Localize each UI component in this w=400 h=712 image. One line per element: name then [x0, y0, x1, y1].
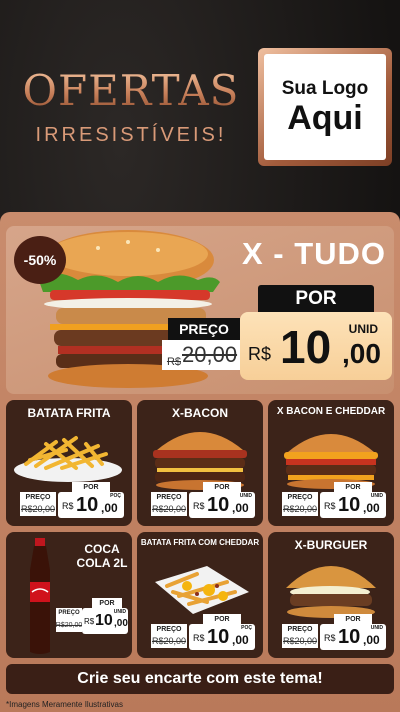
disclaimer-text: *Imagens Meramente Ilustrativas [6, 700, 123, 709]
preco-label: PREÇO [282, 624, 318, 634]
burger-image [153, 432, 247, 490]
price-int: 10 [95, 612, 113, 629]
flyer-subtitle: IRRESISTÍVEIS! [35, 124, 227, 146]
price-dec: ,00 [101, 501, 118, 515]
product-name: BATATA FRITA COM CHEDDAR [140, 538, 260, 547]
price-box: R$ 10 ,00 POÇ [58, 492, 124, 518]
flyer-page: OFERTAS IRRESISTÍVEIS! Sua Logo Aqui -50… [0, 0, 400, 712]
por-label: POR [92, 598, 122, 608]
product-card-coca-cola[interactable]: COCA COLA 2L PREÇO R$20,00 POR R$ 10 ,00… [6, 532, 132, 658]
old-price: R$20,00 [282, 502, 318, 516]
product-name: BATATA FRITA [27, 406, 111, 420]
featured-unit: UNID [348, 322, 378, 336]
product-name: X BACON E CHEDDAR [276, 406, 386, 417]
price-currency: R$ [84, 617, 95, 626]
price-unit: UNID [370, 493, 383, 499]
featured-product-name: X - TUDO [241, 236, 387, 271]
product-card-x-burguer[interactable]: X-BURGUER PREÇO R$20,00 POR R$ 10 ,00 UN… [268, 532, 394, 658]
product-price-block: PREÇO R$20,00 POR R$ 10 ,00 POÇ [20, 482, 124, 520]
product-price-block: PREÇO R$20,00 POR R$ 10 ,00 UNID [282, 482, 386, 520]
price-unit: UNID [239, 493, 252, 499]
price-unit: POÇ [110, 493, 121, 499]
price-currency: R$ [193, 501, 205, 511]
preco-label: PREÇO [56, 608, 82, 618]
featured-preco-label: PREÇO [168, 318, 240, 340]
por-label: POR [334, 482, 372, 492]
por-label: POR [203, 482, 241, 492]
product-price-block: PREÇO R$20,00 POR R$ 10 ,00 UNID [151, 482, 255, 520]
old-price: R$20,00 [151, 502, 187, 516]
soda-bottle-image [30, 538, 50, 654]
price-dec: ,00 [232, 633, 249, 647]
preco-label: PREÇO [151, 492, 187, 502]
price-unit: UNID [113, 609, 126, 615]
price-currency: R$ [324, 501, 336, 511]
price-int: 10 [207, 494, 230, 516]
old-price: R$20,00 [282, 634, 318, 648]
product-name: X-BURGUER [294, 538, 368, 552]
product-price-block: PREÇO R$20,00 POR R$ 10 ,00 UNID [56, 598, 128, 636]
fries-image [14, 436, 122, 482]
preco-label: PREÇO [20, 492, 56, 502]
product-price-block: PREÇO R$20,00 POR R$ 10 ,00 POÇ [151, 614, 255, 652]
price-box: R$ 10 ,00 UNID [82, 608, 128, 634]
old-price: R$20,00 [20, 502, 56, 516]
price-currency: R$ [193, 633, 205, 643]
price-box: R$ 10 ,00 UNID [320, 624, 386, 650]
preco-label: PREÇO [151, 624, 187, 634]
price-int: 10 [76, 494, 99, 516]
featured-old-price: R$ 20,00 [162, 340, 242, 370]
price-dec: ,00 [114, 618, 128, 629]
logo-placeholder[interactable]: Sua Logo Aqui [258, 48, 392, 166]
price-box: R$ 10 ,00 POÇ [189, 624, 255, 650]
featured-currency: R$ [248, 344, 272, 364]
logo-box: Sua Logo Aqui [264, 54, 386, 160]
featured-por-label: POR [258, 285, 374, 313]
price-currency: R$ [62, 501, 74, 511]
discount-badge: -50% [14, 236, 66, 284]
product-price-block: PREÇO R$20,00 POR R$ 10 ,00 UNID [282, 614, 386, 652]
burger-image [286, 566, 376, 618]
logo-text-line1: Sua Logo [281, 78, 369, 99]
price-dec: ,00 [363, 633, 380, 647]
price-unit: POÇ [241, 625, 252, 631]
featured-price-box: UNID R$ 10 ,00 [240, 312, 392, 380]
featured-old-currency: R$ [166, 356, 181, 368]
product-name: COCA COLA 2L [76, 542, 128, 570]
por-label: POR [72, 482, 110, 492]
price-int: 10 [207, 626, 230, 648]
product-card-batata-cheddar[interactable]: BATATA FRITA COM CHEDDAR PREÇO R$20,00 P… [137, 532, 263, 658]
product-name: X-BACON [172, 406, 228, 420]
logo-text-line2: Aqui [287, 99, 363, 137]
price-currency: R$ [324, 633, 336, 643]
featured-price-dec: ,00 [342, 338, 381, 369]
preco-label: PREÇO [282, 492, 318, 502]
price-int: 10 [338, 494, 361, 516]
por-label: POR [203, 614, 241, 624]
price-unit: UNID [370, 625, 383, 631]
featured-old-value: 20,00 [182, 342, 238, 367]
price-dec: ,00 [232, 501, 249, 515]
flyer-title: OFERTAS [6, 66, 256, 115]
por-label: POR [334, 614, 372, 624]
product-card-x-bacon[interactable]: X-BACON PREÇO R$20,00 POR R$ 10 ,00 UNID [137, 400, 263, 526]
product-card-batata-frita[interactable]: BATATA FRITA PREÇO R$20,00 POR R$ 10 ,00… [6, 400, 132, 526]
featured-price-int: 10 [280, 321, 332, 373]
cta-banner[interactable]: Crie seu encarte com este tema! [6, 664, 394, 694]
product-card-x-bacon-cheddar[interactable]: X BACON E CHEDDAR PREÇO R$20,00 POR R$ 1… [268, 400, 394, 526]
price-int: 10 [338, 626, 361, 648]
old-price: R$20,00 [56, 618, 82, 632]
burger-image [284, 434, 378, 489]
old-price: R$20,00 [151, 634, 187, 648]
price-box: R$ 10 ,00 UNID [320, 492, 386, 518]
cheese-fries-image [155, 566, 249, 614]
price-dec: ,00 [363, 501, 380, 515]
price-box: R$ 10 ,00 UNID [189, 492, 255, 518]
